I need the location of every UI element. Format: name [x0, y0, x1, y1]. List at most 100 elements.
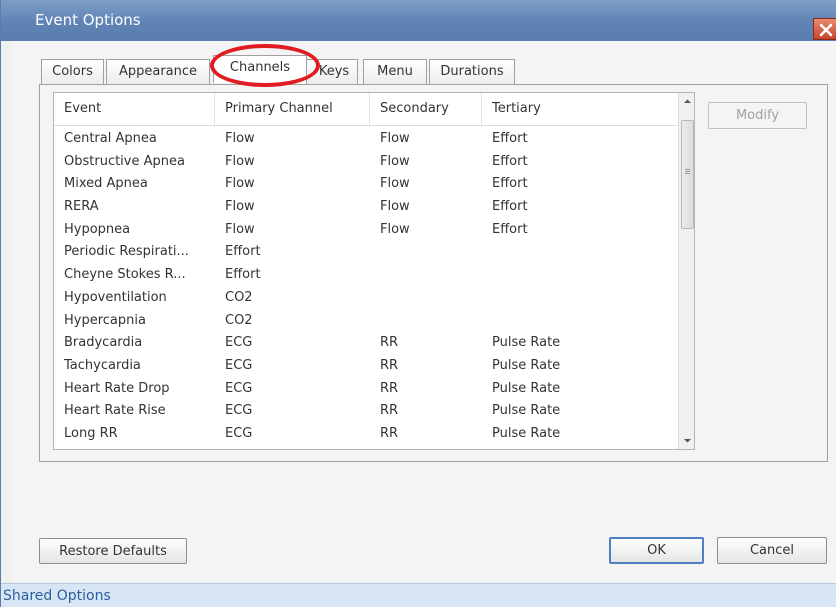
primary-channel-cell: CO2 — [225, 312, 253, 328]
tertiary-cell: RR — [482, 446, 678, 450]
primary-channel-cell: Flow — [225, 176, 255, 192]
primary-channel-cell: Effort — [225, 267, 261, 283]
close-icon — [819, 23, 833, 37]
tab-label: Appearance — [118, 64, 198, 79]
event-cell: Obstructive Apnea — [64, 153, 185, 169]
tab-label: Channels — [229, 60, 291, 75]
tab-colors[interactable]: Colors — [41, 59, 104, 84]
scroll-up-button[interactable] — [679, 93, 694, 110]
primary-channel-cell: ECG — [225, 380, 253, 396]
tertiary-cell: Effort — [492, 131, 528, 146]
table-row[interactable]: Heart Rate Rise ECG RR Pulse Rate — [54, 400, 678, 423]
vertical-scrollbar[interactable] — [678, 93, 694, 449]
table-row[interactable]: Periodic Respirati... Effort — [54, 241, 678, 264]
table-row[interactable]: Long RR ECG RR Pulse Rate — [54, 423, 678, 446]
column-header-secondary[interactable]: Secondary — [370, 93, 482, 125]
event-cell: Hypopnea — [64, 221, 131, 237]
primary-channel-cell: ECG — [225, 357, 253, 373]
tertiary-cell: Effort — [492, 221, 528, 237]
tab-channels[interactable]: Channels — [213, 55, 307, 83]
table-row[interactable]: Hypoventilation CO2 — [54, 287, 678, 310]
cancel-button[interactable]: Cancel — [717, 537, 827, 564]
tab-keys[interactable]: Keys — [306, 59, 358, 84]
primary-channel-cell: ECG — [225, 403, 253, 419]
event-cell: Tachycardia — [64, 357, 141, 373]
secondary-cell: Flow — [380, 221, 410, 237]
tertiary-cell: Pulse Rate — [492, 380, 561, 396]
tab-label: Colors — [52, 64, 93, 79]
table-row[interactable]: Cheyne Stokes R... Effort — [54, 264, 678, 287]
tab-label: Menu — [377, 64, 413, 79]
grip-line — [685, 171, 690, 172]
primary-channel-cell: Effort — [225, 244, 261, 260]
primary-channel-cell: CO2 — [225, 289, 253, 305]
primary-channel-cell: Flow — [225, 221, 255, 237]
event-cell: Heart Rate Drop — [64, 380, 170, 396]
scroll-down-button[interactable] — [679, 432, 694, 449]
event-cell: Bradycardia — [64, 335, 143, 351]
event-cell: Periodic Respirati... — [64, 244, 189, 260]
tertiary-cell: Pulse Rate — [492, 357, 561, 373]
secondary-cell: RR — [380, 380, 399, 396]
close-button[interactable] — [813, 18, 836, 40]
tab-durations[interactable]: Durations — [429, 59, 515, 84]
tertiary-cell: Pulse Rate — [492, 403, 561, 419]
secondary-cell: ECG — [370, 446, 482, 450]
table-row[interactable]: Obstructive Apnea Flow Flow Effort — [54, 151, 678, 174]
tertiary-cell: Effort — [492, 176, 528, 192]
ok-button[interactable]: OK — [609, 537, 704, 564]
secondary-cell: Flow — [380, 199, 410, 215]
secondary-cell: Flow — [380, 131, 410, 146]
secondary-cell: RR — [380, 403, 399, 419]
restore-defaults-button[interactable]: Restore Defaults — [39, 538, 187, 564]
tab-menu[interactable]: Menu — [363, 59, 427, 84]
primary-channel-cell: PTT — [215, 446, 370, 450]
secondary-cell: RR — [380, 357, 399, 373]
column-header-tertiary[interactable]: Tertiary — [482, 93, 678, 125]
table-row[interactable]: Tachycardia ECG RR Pulse Rate — [54, 355, 678, 378]
primary-channel-cell: Flow — [225, 153, 255, 169]
tertiary-cell: Pulse Rate — [492, 425, 561, 441]
secondary-cell: RR — [380, 335, 399, 351]
tab-label: Keys — [318, 64, 350, 79]
table-row[interactable]: Central Apnea Flow Flow Effort — [54, 128, 678, 151]
event-channel-list[interactable]: Event Primary Channel Secondary Tertiary… — [53, 92, 695, 450]
primary-channel-cell: Flow — [225, 199, 255, 215]
event-cell: PTT Drop — [54, 446, 215, 450]
event-cell: Hypercapnia — [64, 312, 146, 328]
event-cell: Hypoventilation — [64, 289, 167, 305]
chevron-up-icon — [684, 99, 691, 103]
table-row[interactable]: Hypopnea Flow Flow Effort — [54, 219, 678, 242]
column-header-event[interactable]: Event — [54, 93, 215, 125]
grip-line — [685, 169, 690, 170]
event-cell: Central Apnea — [64, 131, 157, 146]
table-row[interactable]: Mixed Apnea Flow Flow Effort — [54, 173, 678, 196]
status-bar: Shared Options — [1, 583, 836, 607]
secondary-cell: Flow — [380, 153, 410, 169]
table-row[interactable]: PTT DropPTTECGRR — [54, 446, 678, 450]
table-row[interactable]: RERA Flow Flow Effort — [54, 196, 678, 219]
primary-channel-cell: ECG — [225, 335, 253, 351]
event-cell: Long RR — [64, 425, 118, 441]
grip-line — [685, 173, 690, 174]
tertiary-cell: Effort — [492, 199, 528, 215]
table-row[interactable]: Bradycardia ECG RR Pulse Rate — [54, 332, 678, 355]
chevron-down-icon — [684, 439, 691, 443]
tab-label: Durations — [440, 64, 504, 79]
column-header-primary[interactable]: Primary Channel — [215, 93, 370, 125]
tertiary-cell: Pulse Rate — [492, 335, 561, 351]
tab-appearance[interactable]: Appearance — [106, 59, 210, 84]
event-options-dialog: Event Options Colors Appearance Channels… — [0, 0, 836, 607]
shared-options-link[interactable]: Shared Options — [3, 588, 111, 604]
list-header: Event Primary Channel Secondary Tertiary — [54, 93, 678, 126]
primary-channel-cell: ECG — [225, 425, 253, 441]
list-rows: Central Apnea Flow Flow Effort Obstructive A… — [54, 128, 678, 450]
title-bar: Event Options — [1, 0, 836, 41]
secondary-cell: RR — [380, 425, 399, 441]
table-row[interactable]: Hypercapnia CO2 — [54, 310, 678, 333]
event-cell: Mixed Apnea — [64, 176, 148, 192]
scroll-thumb[interactable] — [681, 120, 694, 229]
modify-button[interactable]: Modify — [708, 102, 807, 129]
table-row[interactable]: Heart Rate Drop ECG RR Pulse Rate — [54, 378, 678, 401]
event-cell: Cheyne Stokes R... — [64, 267, 186, 283]
